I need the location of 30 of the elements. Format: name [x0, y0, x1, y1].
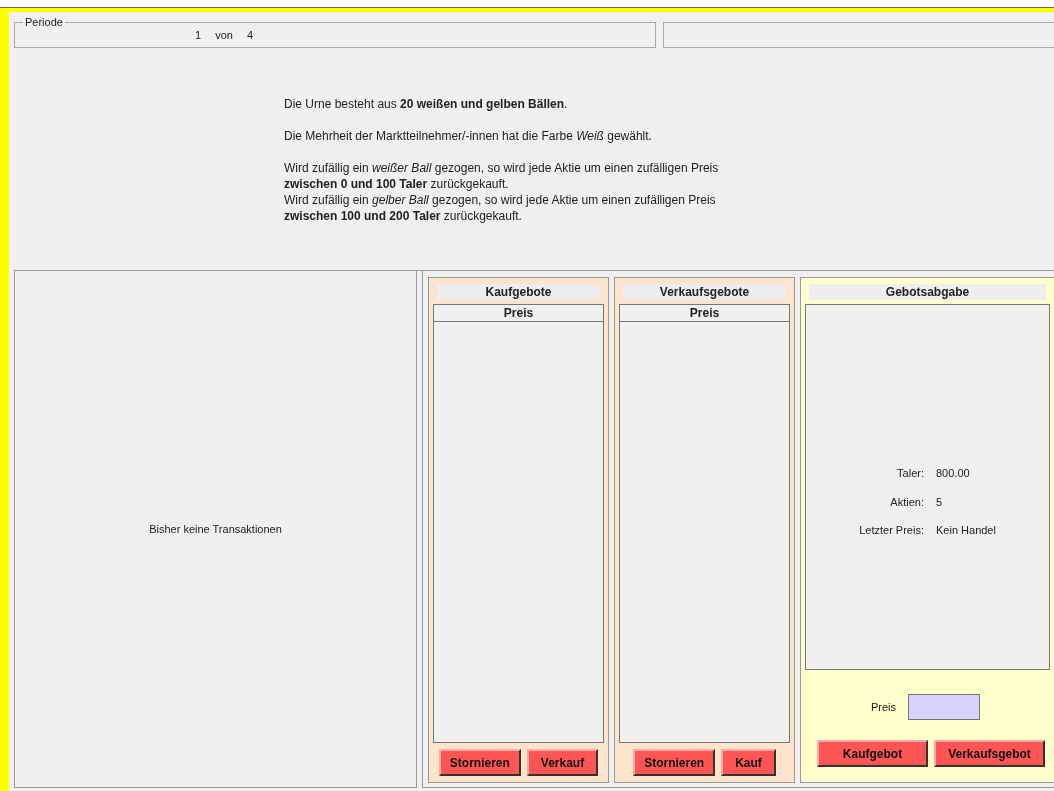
stat-label: Taler: — [896, 466, 924, 482]
price-label: Preis — [871, 699, 897, 715]
panel-title: Gebotsabgabe — [809, 284, 1046, 300]
info-text: Die Mehrheit der Marktteilnehmer/-innen hat die Farbe Weiß gewählt. — [284, 128, 652, 144]
stat-label: Aktien: — [889, 494, 924, 510]
price-field[interactable] — [908, 694, 981, 720]
column-header: Preis — [434, 305, 603, 322]
stat-value: 5 — [936, 494, 943, 510]
action-button[interactable]: Kaufgebot — [817, 740, 928, 767]
action-button[interactable]: Verkaufsgebot — [934, 740, 1045, 767]
period-total: 4 — [246, 27, 253, 43]
info-text: Die Urne besteht aus 20 weißen und gelben Bällen. — [284, 96, 568, 112]
action-button[interactable]: Stornieren — [633, 749, 716, 776]
info-text: zwischen 0 und 100 Taler zurückgekauft. — [284, 176, 509, 192]
panel-title: Kaufgebote — [437, 284, 600, 300]
empty-message: Bisher keine Transaktionen — [149, 521, 282, 537]
info-text: Wird zufällig ein weißer Ball gezogen, so wird jede Aktie um einen zufälligen Preis — [284, 160, 719, 176]
stat-value: 800.00 — [936, 466, 970, 482]
period-legend: Periode — [23, 15, 65, 29]
action-button[interactable]: Kauf — [721, 749, 776, 776]
info-text: Wird zufällig ein gelber Ball gezogen, so wird jede Aktie um einen zufälligen Preis — [284, 192, 716, 208]
panel-title: Verkaufsgebote — [623, 284, 786, 300]
stat-label: Letzter Preis: — [858, 523, 924, 539]
info-text: zwischen 100 und 200 Taler zurückgekauft. — [284, 208, 522, 224]
period-separator: von — [215, 27, 233, 43]
action-button[interactable]: Stornieren — [438, 749, 521, 776]
action-button[interactable]: Verkauf — [526, 749, 599, 776]
period-current: 1 — [195, 27, 202, 43]
stat-value: Kein Handel — [936, 523, 996, 539]
column-header: Preis — [620, 305, 789, 322]
